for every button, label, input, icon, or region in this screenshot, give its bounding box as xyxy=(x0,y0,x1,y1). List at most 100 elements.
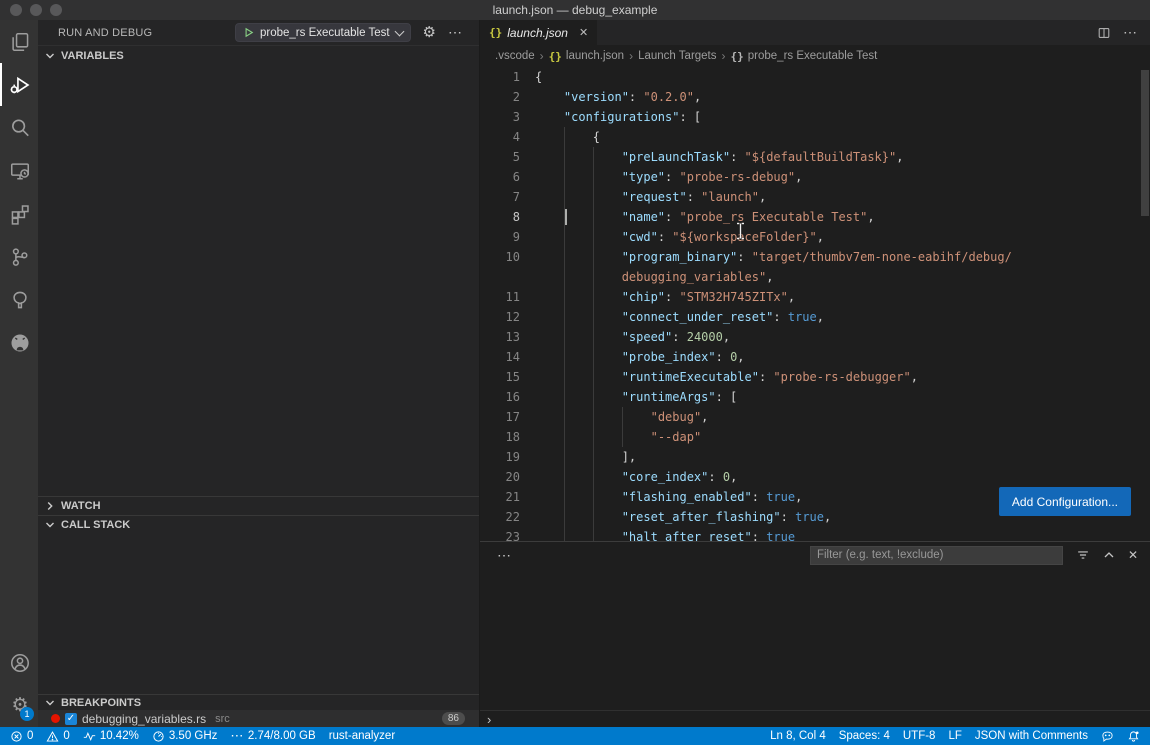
maximize-panel-icon[interactable] xyxy=(1103,549,1115,561)
line-number[interactable]: 16 xyxy=(480,387,520,407)
status-item-2-74-8-00-gb[interactable]: ⋯2.74/8.00 GB xyxy=(230,729,315,743)
code-line[interactable]: 14"probe_index": 0, xyxy=(480,347,1150,367)
minimize-window-button[interactable] xyxy=(30,4,42,16)
search-icon[interactable] xyxy=(0,106,38,149)
breadcrumb-item[interactable]: Launch Targets xyxy=(638,50,716,62)
line-content: "--dap" xyxy=(535,427,1150,447)
status-item-spaces-4[interactable]: Spaces: 4 xyxy=(839,730,890,742)
panel-more-icon[interactable]: ⋯ xyxy=(497,547,512,564)
code-line[interactable]: 8"name": "probe_rs Executable Test", xyxy=(480,207,1150,227)
breakpoints-section-header[interactable]: BREAKPOINTS xyxy=(38,694,479,710)
more-actions-icon[interactable]: ⋯ xyxy=(1123,24,1138,41)
run-and-debug-icon[interactable] xyxy=(0,63,38,106)
line-number[interactable]: 9 xyxy=(480,227,520,247)
debug-views-more-icon[interactable]: ⋯ xyxy=(448,24,463,41)
console-input[interactable]: › xyxy=(480,710,1150,727)
account-icon[interactable] xyxy=(0,641,38,684)
status-item-json-with-comments[interactable]: JSON with Comments xyxy=(975,730,1088,742)
code-line[interactable]: 3"configurations": [ xyxy=(480,107,1150,127)
close-window-button[interactable] xyxy=(10,4,22,16)
status-item-ln-8-col-4[interactable]: Ln 8, Col 4 xyxy=(770,730,826,742)
status-item-10-42-[interactable]: 10.42% xyxy=(83,730,139,743)
line-number[interactable]: 23 xyxy=(480,527,520,541)
code-line[interactable]: 10"program_binary": "target/thumbv7em-no… xyxy=(480,247,1150,267)
status-item-rust-analyzer[interactable]: rust-analyzer xyxy=(329,730,395,742)
split-editor-icon[interactable] xyxy=(1097,26,1111,40)
code-editor[interactable]: 1{2"version": "0.2.0",3"configurations":… xyxy=(480,67,1150,541)
status-item-bell-icon[interactable] xyxy=(1127,730,1140,743)
code-line[interactable]: 17"debug", xyxy=(480,407,1150,427)
configure-gear-icon[interactable]: ⚙ xyxy=(423,25,436,40)
status-item-0[interactable]: 0 xyxy=(46,730,69,743)
explorer-icon[interactable] xyxy=(0,20,38,63)
line-number[interactable]: 14 xyxy=(480,347,520,367)
settings-gear-icon[interactable]: ⚙ 1 xyxy=(0,684,38,727)
breadcrumb-item[interactable]: {}probe_rs Executable Test xyxy=(731,50,878,63)
code-line[interactable]: 1{ xyxy=(480,67,1150,87)
status-item-feedback-icon[interactable] xyxy=(1101,730,1114,743)
line-number[interactable]: 5 xyxy=(480,147,520,167)
code-line[interactable]: 9"cwd": "${workspaceFolder}", xyxy=(480,227,1150,247)
line-number[interactable]: 8 xyxy=(480,207,520,227)
status-item-lf[interactable]: LF xyxy=(948,730,961,742)
close-panel-icon[interactable]: ✕ xyxy=(1128,548,1138,562)
line-number[interactable]: 17 xyxy=(480,407,520,427)
line-number[interactable]: 11 xyxy=(480,287,520,307)
breakpoint-checkbox[interactable]: ✓ xyxy=(65,713,77,725)
line-number[interactable]: 7 xyxy=(480,187,520,207)
editor-scrollbar[interactable] xyxy=(1141,70,1149,216)
code-line[interactable]: 7"request": "launch", xyxy=(480,187,1150,207)
line-number[interactable]: 10 xyxy=(480,247,520,267)
code-line[interactable]: 18 "--dap" xyxy=(480,427,1150,447)
add-configuration-button[interactable]: Add Configuration... xyxy=(999,487,1131,516)
line-number[interactable] xyxy=(480,267,520,287)
debug-config-dropdown[interactable]: probe_rs Executable Test xyxy=(235,23,411,42)
maximize-window-button[interactable] xyxy=(50,4,62,16)
code-line[interactable]: 11"chip": "STM32H745ZITx", xyxy=(480,287,1150,307)
tab-launch-json[interactable]: {} launch.json ✕ xyxy=(480,20,597,45)
call-stack-section-header[interactable]: CALL STACK xyxy=(38,515,479,534)
line-number[interactable]: 15 xyxy=(480,367,520,387)
line-number[interactable]: 13 xyxy=(480,327,520,347)
source-control-icon[interactable] xyxy=(0,235,38,278)
status-item-utf-8[interactable]: UTF-8 xyxy=(903,730,936,742)
code-line[interactable]: 6"type": "probe-rs-debug", xyxy=(480,167,1150,187)
line-number[interactable]: 3 xyxy=(480,107,520,127)
indent-guide xyxy=(593,207,594,227)
code-line[interactable]: 20"core_index": 0, xyxy=(480,467,1150,487)
line-number[interactable]: 2 xyxy=(480,87,520,107)
code-line[interactable]: 23"halt_after_reset": true xyxy=(480,527,1150,541)
line-number[interactable]: 19 xyxy=(480,447,520,467)
code-line[interactable]: 2"version": "0.2.0", xyxy=(480,87,1150,107)
line-number[interactable]: 12 xyxy=(480,307,520,327)
remote-explorer-icon[interactable] xyxy=(0,149,38,192)
line-number[interactable]: 20 xyxy=(480,467,520,487)
breakpoint-list-item[interactable]: ✓ debugging_variables.rs src 86 xyxy=(38,710,479,727)
code-line[interactable]: 19], xyxy=(480,447,1150,467)
github-icon[interactable] xyxy=(0,321,38,364)
code-line[interactable]: 15"runtimeExecutable": "probe-rs-debugge… xyxy=(480,367,1150,387)
watch-section-header[interactable]: WATCH xyxy=(38,496,479,515)
line-number[interactable]: 22 xyxy=(480,507,520,527)
extensions-icon[interactable] xyxy=(0,192,38,235)
code-line[interactable]: 16"runtimeArgs": [ xyxy=(480,387,1150,407)
test-explorer-icon[interactable] xyxy=(0,278,38,321)
code-line[interactable]: 12"connect_under_reset": true, xyxy=(480,307,1150,327)
breadcrumb-item[interactable]: .vscode xyxy=(495,50,535,62)
code-line[interactable]: debugging_variables", xyxy=(480,267,1150,287)
status-item-0[interactable]: 0 xyxy=(10,730,33,743)
line-number[interactable]: 21 xyxy=(480,487,520,507)
close-tab-icon[interactable]: ✕ xyxy=(579,26,588,39)
line-number[interactable]: 6 xyxy=(480,167,520,187)
code-line[interactable]: 4{ xyxy=(480,127,1150,147)
filter-icon[interactable] xyxy=(1076,548,1090,562)
console-filter-input[interactable] xyxy=(810,546,1063,565)
code-line[interactable]: 5"preLaunchTask": "${defaultBuildTask}", xyxy=(480,147,1150,167)
line-number[interactable]: 4 xyxy=(480,127,520,147)
line-number[interactable]: 1 xyxy=(480,67,520,87)
status-item-3-50-ghz[interactable]: 3.50 GHz xyxy=(152,730,218,743)
line-number[interactable]: 18 xyxy=(480,427,520,447)
variables-section-header[interactable]: VARIABLES xyxy=(38,45,479,65)
breadcrumb-item[interactable]: {}launch.json xyxy=(549,50,624,63)
code-line[interactable]: 13"speed": 24000, xyxy=(480,327,1150,347)
